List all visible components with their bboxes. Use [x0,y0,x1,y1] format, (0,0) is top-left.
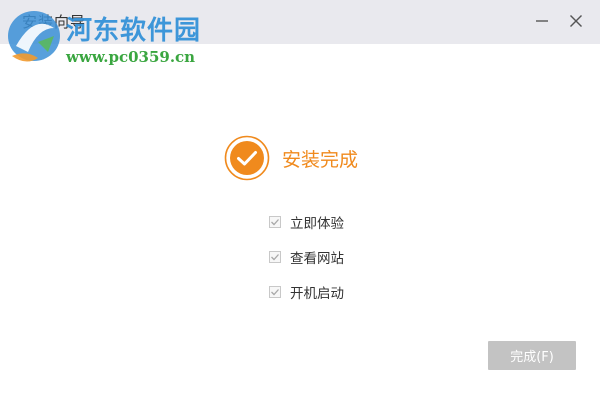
finish-button[interactable]: 完成(F) [488,341,576,370]
launch-at-startup-checkbox[interactable] [269,286,281,298]
checkmark-icon [271,254,279,261]
visit-website-checkbox[interactable] [269,251,281,263]
title-bar: 安装向导 [0,0,600,44]
window-title: 安装向导 [22,13,87,31]
watermark-site-url: www.pc0359.cn [66,48,196,66]
option-launch-at-startup[interactable]: 开机启动 [269,282,344,302]
minimize-icon [536,20,548,22]
option-label: 开机启动 [290,286,344,302]
option-launch-now[interactable]: 立即体验 [269,212,344,232]
post-install-options: 立即体验 查看网站 开机启动 [269,212,344,317]
close-button[interactable] [565,10,587,32]
status-text: 安装完成 [282,148,359,171]
close-icon [570,15,582,27]
installer-window: 安装向导 河东软件园 www.pc0359.cn 安装完成 立即体验 查看网站 … [0,0,600,400]
check-circle-icon [224,135,270,181]
option-label: 查看网站 [290,251,344,267]
option-visit-website[interactable]: 查看网站 [269,247,344,267]
option-label: 立即体验 [290,216,344,232]
launch-now-checkbox[interactable] [269,216,281,228]
install-status: 安装完成 [224,135,358,181]
minimize-button[interactable] [531,10,553,32]
checkmark-icon [271,289,279,296]
checkmark-icon [271,219,279,226]
